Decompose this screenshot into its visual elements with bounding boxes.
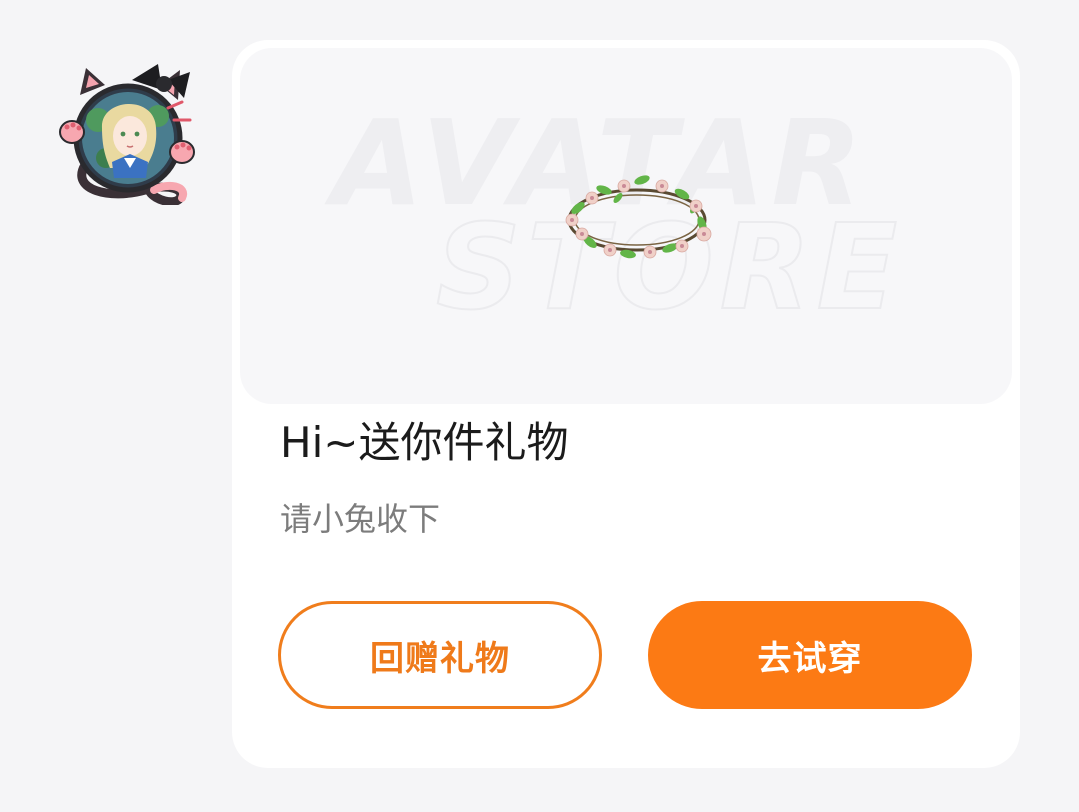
sender-avatar[interactable]: [50, 50, 195, 205]
return-gift-button[interactable]: 回赠礼物: [278, 601, 602, 709]
gift-preview-banner: AVATAR STORE: [240, 48, 1012, 404]
gift-item-image: [558, 168, 716, 268]
gift-card: AVATAR STORE Hi~送你件礼物 请小兔收下 回赠礼物 去试穿: [232, 40, 1020, 768]
gift-subtitle: 请小兔收下: [280, 500, 441, 538]
try-on-button[interactable]: 去试穿: [648, 601, 972, 709]
gift-title: Hi~送你件礼物: [280, 418, 569, 467]
flower-wreath-icon: [565, 175, 712, 259]
cat-ear-avatar-icon: [59, 64, 195, 205]
